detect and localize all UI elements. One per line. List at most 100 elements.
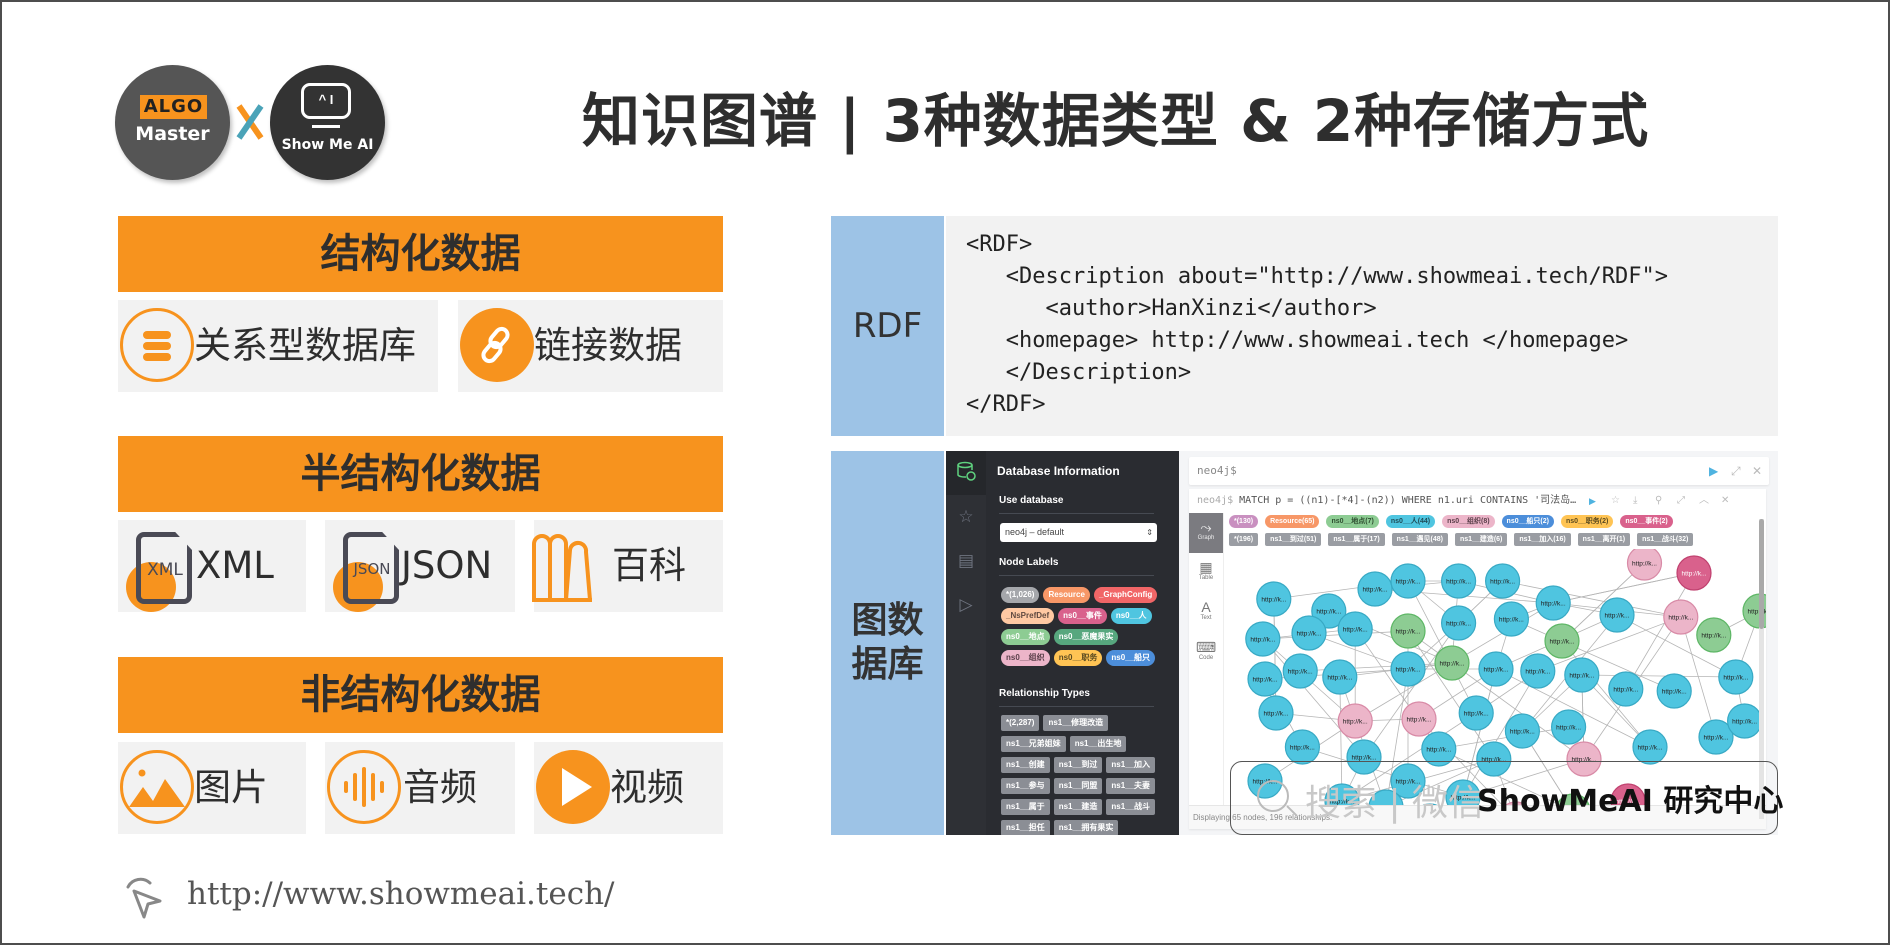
graph-node[interactable]: http://k...: [1535, 585, 1571, 621]
graph-node[interactable]: http://k...: [1441, 563, 1477, 599]
graph-node[interactable]: http://k...: [1247, 661, 1283, 697]
relationship-type-chip[interactable]: *(2,287): [1001, 715, 1040, 731]
node-label-chip[interactable]: ns0__职务: [1053, 650, 1103, 666]
legend-node-chip[interactable]: Resource(65): [1265, 515, 1320, 528]
graph-node[interactable]: http://k...: [1663, 599, 1699, 635]
graph-node[interactable]: http://k...: [1520, 653, 1556, 689]
graph-node[interactable]: http://k...: [1726, 703, 1763, 739]
graph-node[interactable]: http://k...: [1401, 701, 1437, 737]
graph-node[interactable]: http://k...: [1608, 671, 1644, 707]
rerun-play-icon[interactable]: ▶: [1589, 489, 1596, 515]
graph-node[interactable]: http://k...: [1390, 563, 1426, 599]
graph-node[interactable]: http://k...: [1544, 623, 1580, 659]
relationship-type-chip[interactable]: ns1__参与: [1001, 778, 1050, 794]
graph-node[interactable]: http://k...: [1718, 659, 1754, 695]
favorites-star-icon[interactable]: ☆: [956, 507, 976, 527]
node-label-chip[interactable]: _NsPrefDef: [1001, 608, 1055, 624]
graph-node[interactable]: http://k...: [1390, 651, 1426, 687]
graph-node[interactable]: http://k...: [1258, 695, 1294, 731]
graph-node[interactable]: http://k...: [1291, 615, 1327, 651]
graph-node[interactable]: http://k...: [1284, 729, 1321, 765]
legend-node-chip[interactable]: *(130): [1229, 515, 1259, 528]
graph-node[interactable]: http://k...: [1626, 549, 1663, 581]
graph-node[interactable]: http://k...: [1564, 657, 1600, 693]
cypher-editor[interactable]: neo4j$ ▶ ⤢ ✕: [1189, 457, 1769, 485]
graph-node[interactable]: http://k...: [1322, 659, 1358, 695]
graph-node[interactable]: http://k...: [1337, 611, 1373, 647]
node-label-chip[interactable]: _GraphConfig: [1093, 587, 1158, 603]
graph-node[interactable]: http://k...: [1441, 605, 1477, 641]
legend-rel-chip[interactable]: ns1__属于(17): [1328, 533, 1385, 546]
relationship-type-chip[interactable]: ns1__拥有果实: [1053, 820, 1119, 835]
view-tab-code[interactable]: ⌨ Code: [1189, 633, 1223, 673]
download-icon[interactable]: ⤓: [1633, 489, 1637, 515]
graph-node[interactable]: http://k...: [1478, 651, 1514, 687]
legend-node-chip[interactable]: ns0__地点(7): [1326, 515, 1379, 528]
legend-node-chip[interactable]: ns0__人(44): [1385, 515, 1436, 528]
node-label-chip[interactable]: Resource: [1043, 587, 1090, 603]
graph-node[interactable]: http://k...: [1337, 703, 1373, 739]
graph-node[interactable]: http://k...: [1504, 713, 1540, 749]
view-tab-text[interactable]: A Text: [1189, 593, 1223, 633]
relationship-type-chip[interactable]: ns1__修理改造: [1043, 715, 1109, 731]
fullscreen-icon[interactable]: ⤢: [1677, 489, 1685, 515]
node-label-chip[interactable]: ns0__地点: [1001, 629, 1050, 645]
graph-node[interactable]: http://k...: [1676, 555, 1712, 591]
legend-node-chip[interactable]: ns0__事件(2): [1620, 515, 1673, 528]
legend-rel-chip[interactable]: ns1__战斗(32): [1637, 533, 1694, 546]
relationship-type-chip[interactable]: ns1__兄弟姐妹: [1001, 736, 1066, 752]
graph-node[interactable]: http://k...: [1493, 601, 1529, 637]
node-label-chip[interactable]: ns0__恶魔果实: [1053, 629, 1119, 645]
legend-rel-chip[interactable]: *(196): [1229, 533, 1259, 546]
graph-node[interactable]: http://k...: [1656, 673, 1692, 709]
graph-node[interactable]: http://k...: [1282, 653, 1318, 689]
relationship-type-chip[interactable]: ns1__夫妻: [1106, 778, 1156, 794]
graph-node[interactable]: http://k...: [1458, 695, 1494, 731]
relationship-type-chip[interactable]: ns1__战斗: [1106, 799, 1156, 815]
graph-node[interactable]: http://k...: [1434, 645, 1470, 681]
relationship-type-chip[interactable]: ns1__担任: [1001, 820, 1050, 835]
relationship-type-chip[interactable]: ns1__出生地: [1069, 736, 1127, 752]
run-play-icon[interactable]: ▶: [1709, 457, 1718, 485]
legend-rel-chip[interactable]: ns1__到过(51): [1265, 533, 1322, 546]
graph-node[interactable]: http://k...: [1245, 621, 1281, 657]
graph-node[interactable]: http://k...: [1357, 571, 1393, 607]
relationship-type-chip[interactable]: ns1__加入: [1106, 757, 1156, 773]
relationship-type-chip[interactable]: ns1__同盟: [1053, 778, 1103, 794]
relationship-type-chip[interactable]: ns1__建造: [1053, 799, 1103, 815]
legend-rel-chip[interactable]: ns1__离开(1): [1577, 533, 1631, 546]
legend-rel-chip[interactable]: ns1__加入(16): [1514, 533, 1571, 546]
close-icon[interactable]: ✕: [1752, 457, 1762, 485]
node-label-chip[interactable]: *(1,026): [1001, 587, 1040, 603]
legend-node-chip[interactable]: ns0__船只(2): [1501, 515, 1554, 528]
collapse-icon[interactable]: ︿: [1699, 489, 1709, 515]
view-tab-table[interactable]: ▦ Table: [1189, 553, 1223, 593]
footer-url-link[interactable]: http://www.showmeai.tech/: [187, 876, 614, 912]
node-label-chip[interactable]: ns0__事件: [1058, 608, 1107, 624]
relationship-type-chip[interactable]: ns1__属于: [1001, 799, 1050, 815]
documents-icon[interactable]: ▤: [956, 551, 976, 571]
relationship-type-chip[interactable]: ns1__创建: [1001, 757, 1050, 773]
close-frame-icon[interactable]: ✕: [1721, 489, 1729, 515]
graph-node[interactable]: http://k...: [1485, 563, 1521, 599]
node-label-chip[interactable]: ns0__组织: [1001, 650, 1050, 666]
graph-node[interactable]: http://k...: [1551, 709, 1587, 745]
graph-node[interactable]: http://k...: [1696, 617, 1732, 653]
pin-icon[interactable]: ⚲: [1655, 489, 1662, 515]
legend-rel-chip[interactable]: ns1__遇见(48): [1391, 533, 1448, 546]
node-label-chip[interactable]: ns0__人: [1110, 608, 1152, 624]
database-select[interactable]: neo4j – default ⇕: [1000, 523, 1157, 542]
node-label-chip[interactable]: ns0__船只: [1106, 650, 1156, 666]
relationship-type-chip[interactable]: ns1__到过: [1053, 757, 1103, 773]
guides-play-icon[interactable]: ▷: [956, 595, 976, 615]
graph-node[interactable]: http://k...: [1632, 729, 1668, 765]
legend-node-chip[interactable]: ns0__职务(2): [1560, 515, 1614, 528]
legend-node-chip[interactable]: ns0__组织(8): [1442, 515, 1495, 528]
expand-icon[interactable]: ⤢: [1731, 457, 1741, 485]
graph-node[interactable]: http://k...: [1390, 613, 1426, 649]
graph-node[interactable]: http://k...: [1256, 581, 1292, 617]
graph-node[interactable]: http://k...: [1599, 597, 1635, 633]
database-info-icon[interactable]: [956, 461, 976, 481]
favorite-star-icon[interactable]: ☆: [1611, 489, 1620, 515]
legend-rel-chip[interactable]: ns1__建造(6): [1454, 533, 1508, 546]
